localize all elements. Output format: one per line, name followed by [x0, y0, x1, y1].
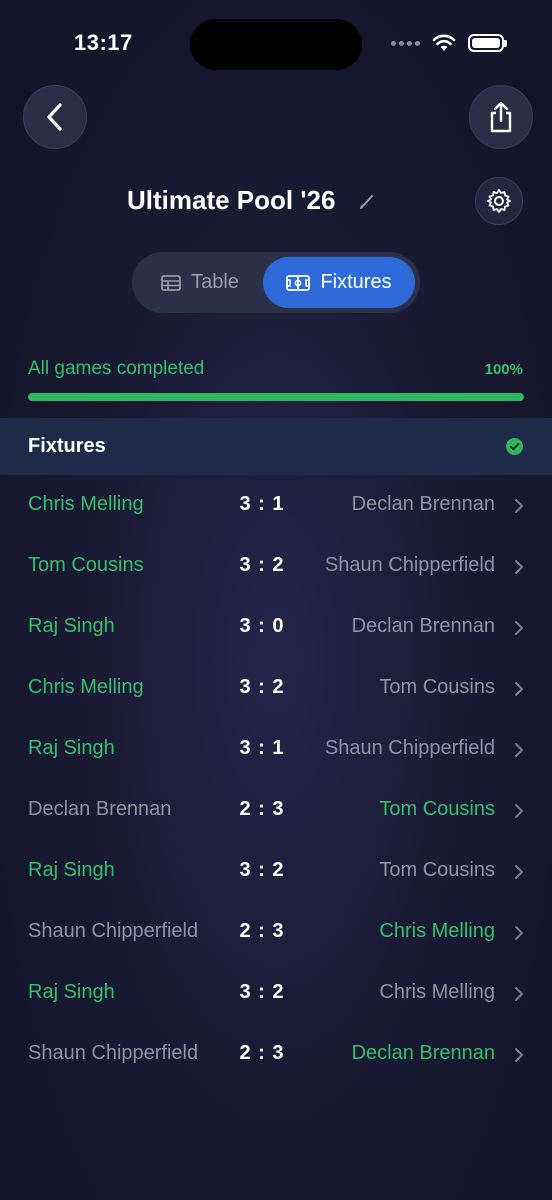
match-score: 2 : 3 [239, 920, 285, 942]
wifi-icon [432, 34, 456, 51]
fixture-row[interactable]: Chris Melling 3 : 1 Declan Brennan [0, 475, 552, 536]
match-score: 3 : 2 [239, 554, 285, 576]
home-player: Chris Melling [28, 676, 144, 698]
share-button[interactable] [469, 85, 533, 149]
home-player: Raj Singh [28, 981, 115, 1003]
home-player: Raj Singh [28, 737, 115, 759]
gear-icon [487, 189, 511, 213]
away-player: Declan Brennan [351, 1042, 495, 1064]
share-icon [490, 101, 512, 133]
home-player: Declan Brennan [28, 798, 172, 820]
home-player: Shaun Chipperfield [28, 1042, 199, 1064]
tab-fixtures-label: Fixtures [320, 271, 392, 293]
page-title: Ultimate Pool '26 [127, 185, 336, 215]
tab-table-label: Table [191, 271, 239, 293]
match-score: 2 : 3 [239, 798, 285, 820]
fixtures-section-header: Fixtures [0, 418, 552, 475]
fixture-row[interactable]: Shaun Chipperfield 2 : 3 Declan Brennan [0, 1024, 552, 1085]
chevron-right-icon [515, 804, 523, 818]
back-button[interactable] [23, 85, 87, 149]
table-icon [161, 274, 181, 291]
away-player: Chris Melling [379, 981, 495, 1003]
progress-percent: 100% [484, 361, 523, 378]
cellular-signal-icon [391, 40, 420, 46]
check-circle-icon [506, 438, 523, 455]
match-score: 3 : 2 [239, 981, 285, 1003]
match-score: 3 : 1 [239, 737, 285, 759]
tab-fixtures[interactable]: Fixtures [263, 257, 415, 308]
fixture-row[interactable]: Raj Singh 3 : 1 Shaun Chipperfield [0, 719, 552, 780]
chevron-right-icon [515, 621, 523, 635]
chevron-left-icon [47, 103, 62, 131]
away-player: Shaun Chipperfield [324, 554, 495, 576]
away-player: Tom Cousins [379, 676, 495, 698]
title-row: Ultimate Pool '26 [0, 180, 552, 222]
match-score: 3 : 1 [239, 493, 285, 515]
section-title: Fixtures [28, 435, 106, 457]
dynamic-island [190, 19, 362, 70]
pitch-icon [286, 274, 311, 291]
chevron-right-icon [515, 987, 523, 1001]
progress-label: All games completed [28, 358, 205, 379]
home-player: Chris Melling [28, 493, 144, 515]
away-player: Declan Brennan [351, 493, 495, 515]
status-icons [391, 34, 507, 52]
fixture-row[interactable]: Raj Singh 3 : 0 Declan Brennan [0, 597, 552, 658]
chevron-right-icon [515, 560, 523, 574]
away-player: Shaun Chipperfield [324, 737, 495, 759]
settings-button[interactable] [475, 177, 523, 225]
chevron-right-icon [515, 865, 523, 879]
progress-bar [28, 393, 524, 401]
match-score: 3 : 0 [239, 615, 285, 637]
pencil-icon[interactable] [359, 192, 375, 210]
match-score: 2 : 3 [239, 1042, 285, 1064]
fixture-row[interactable]: Raj Singh 3 : 2 Chris Melling [0, 963, 552, 1024]
chevron-right-icon [515, 743, 523, 757]
fixture-row[interactable]: Tom Cousins 3 : 2 Shaun Chipperfield [0, 536, 552, 597]
away-player: Chris Melling [379, 920, 495, 942]
fixture-row[interactable]: Declan Brennan 2 : 3 Tom Cousins [0, 780, 552, 841]
chevron-right-icon [515, 682, 523, 696]
home-player: Tom Cousins [28, 554, 144, 576]
fixture-row[interactable]: Raj Singh 3 : 2 Tom Cousins [0, 841, 552, 902]
fixtures-list: Chris Melling 3 : 1 Declan Brennan Tom Cous… [0, 475, 552, 1085]
fixture-row[interactable]: Shaun Chipperfield 2 : 3 Chris Melling [0, 902, 552, 963]
away-player: Tom Cousins [379, 798, 495, 820]
progress-bar-fill [28, 393, 524, 401]
home-player: Raj Singh [28, 615, 115, 637]
chevron-right-icon [515, 1048, 523, 1062]
fixture-row[interactable]: Chris Melling 3 : 2 Tom Cousins [0, 658, 552, 719]
battery-icon [468, 34, 507, 52]
tab-table[interactable]: Table [138, 257, 262, 308]
home-player: Shaun Chipperfield [28, 920, 199, 942]
chevron-right-icon [515, 926, 523, 940]
status-time: 13:17 [74, 30, 133, 55]
match-score: 3 : 2 [239, 676, 285, 698]
away-player: Declan Brennan [351, 615, 495, 637]
home-player: Raj Singh [28, 859, 115, 881]
chevron-right-icon [515, 499, 523, 513]
away-player: Tom Cousins [379, 859, 495, 881]
status-bar: 13:17 [0, 0, 552, 90]
match-score: 3 : 2 [239, 859, 285, 881]
view-switcher: Table Fixtures [132, 252, 420, 313]
